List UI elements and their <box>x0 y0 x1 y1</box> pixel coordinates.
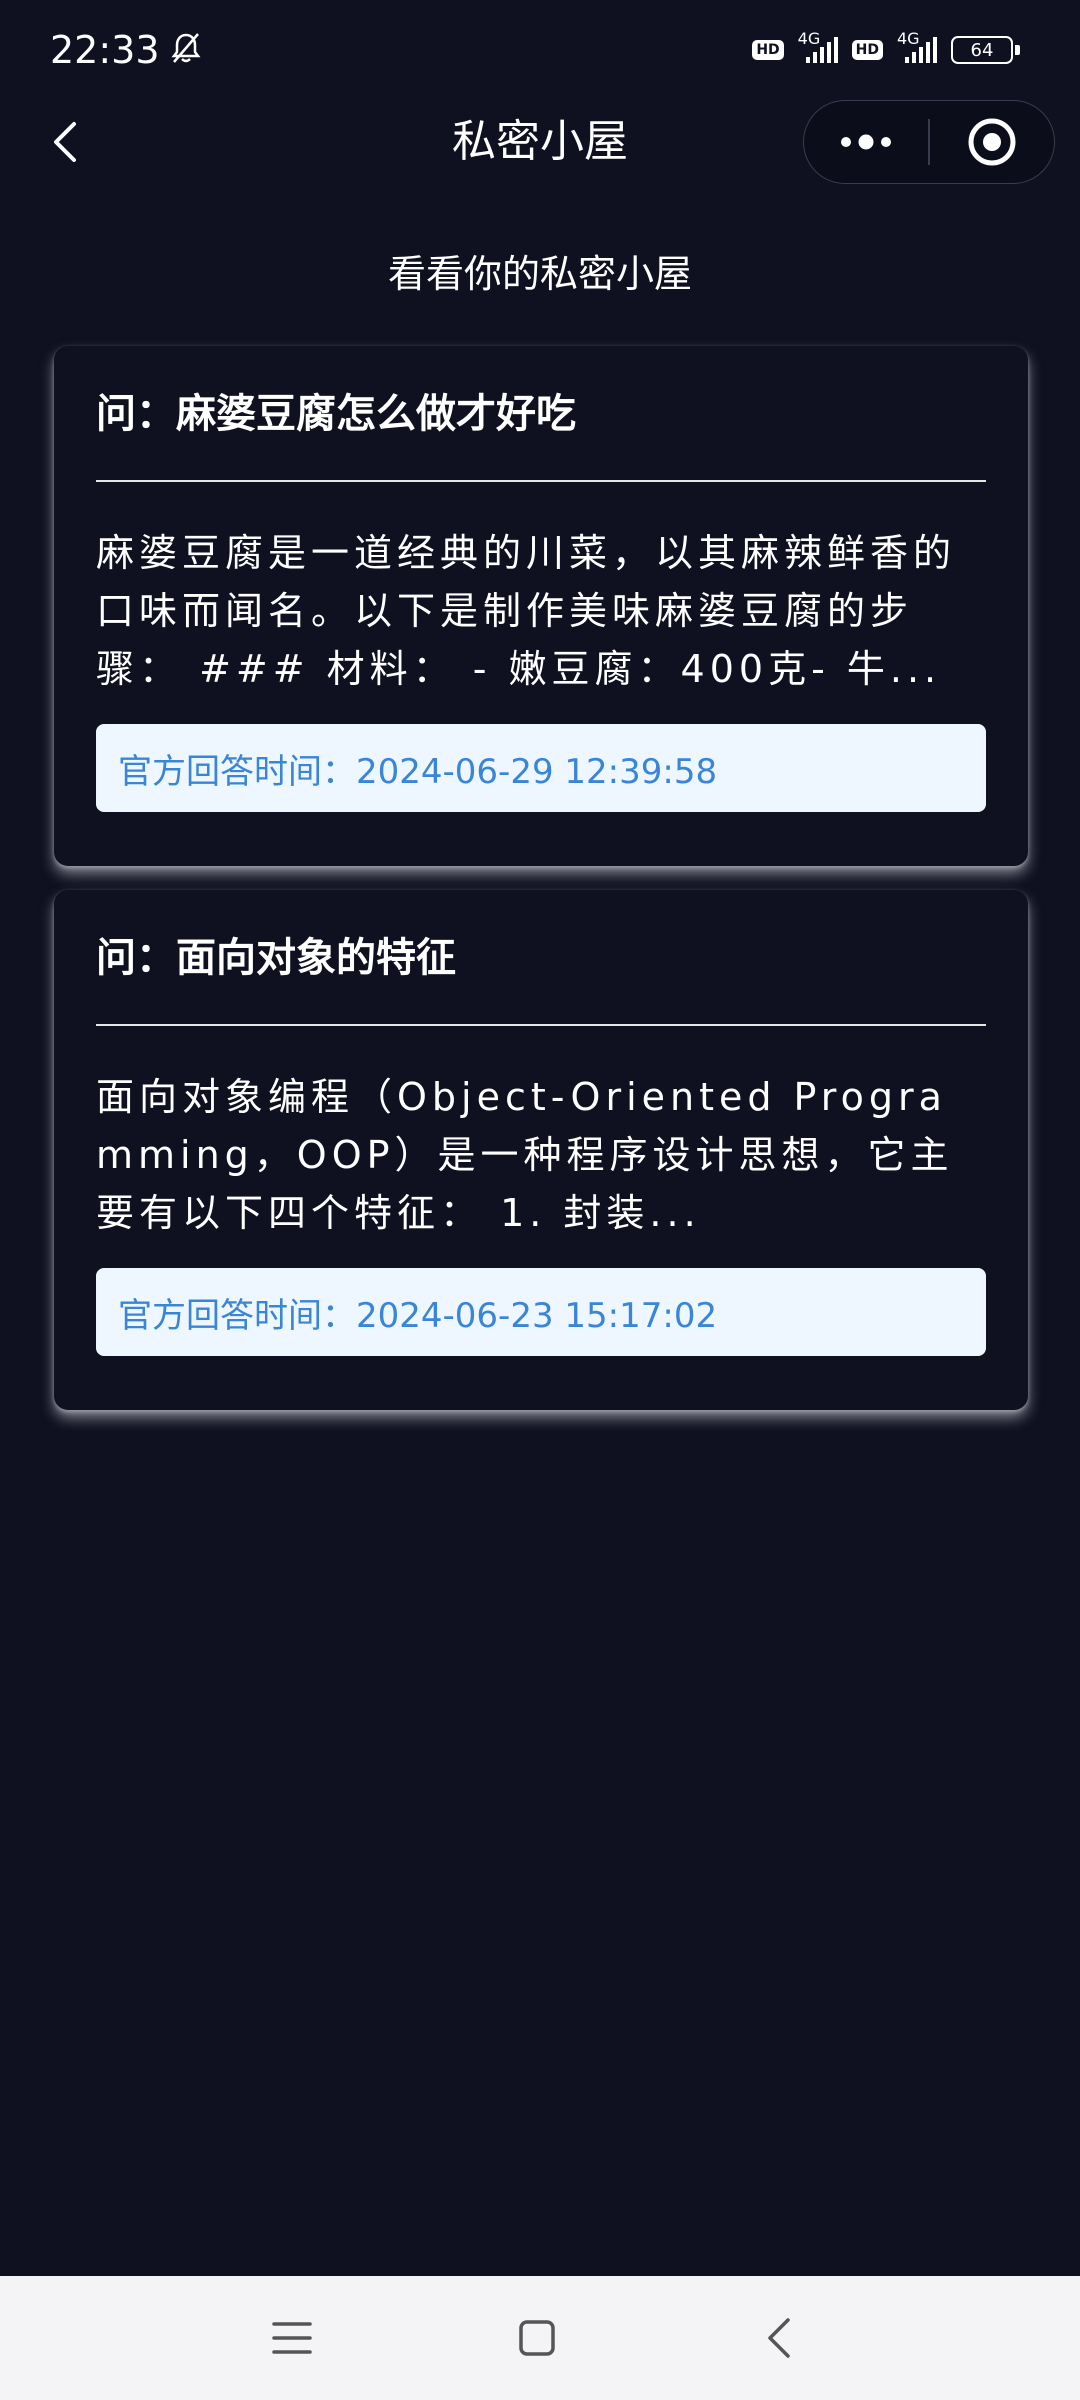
recent-apps-button[interactable] <box>260 2306 324 2370</box>
hd-badge-1: HD <box>752 40 784 60</box>
qa-card[interactable]: 问：面向对象的特征 面向对象编程（Object-Oriented Program… <box>54 890 1028 1410</box>
system-nav-bar <box>0 2276 1080 2400</box>
battery-icon: 64 <box>951 36 1020 64</box>
hd-badge-2: HD <box>851 40 883 60</box>
divider <box>96 1024 986 1026</box>
battery-level: 64 <box>951 36 1013 64</box>
more-dots-icon <box>841 134 892 150</box>
divider <box>96 480 986 482</box>
status-bar: 22:33 HD 4G HD 4G 64 <box>0 0 1080 100</box>
menu-icon <box>272 2322 312 2354</box>
answer-time-badge: 官方回答时间：2024-06-23 15:17:02 <box>96 1268 986 1356</box>
answer-time-badge: 官方回答时间：2024-06-29 12:39:58 <box>96 724 986 812</box>
network-type-1: 4G <box>797 29 821 48</box>
mini-program-capsule <box>803 100 1055 184</box>
home-button[interactable] <box>505 2306 569 2370</box>
status-right: HD 4G HD 4G 64 <box>752 29 1020 64</box>
system-back-icon <box>768 2318 790 2358</box>
network-type-2: 4G <box>897 29 920 48</box>
system-back-button[interactable] <box>748 2306 812 2370</box>
target-close-icon <box>968 118 1016 166</box>
home-square-icon <box>519 2320 555 2356</box>
signal-1: 4G <box>798 29 838 63</box>
nav-bar: 私密小屋 <box>0 100 1080 184</box>
answer-preview: 麻婆豆腐是一道经典的川菜，以其麻辣鲜香的口味而闻名。以下是制作美味麻婆豆腐的步骤… <box>96 531 957 691</box>
close-button[interactable] <box>930 101 1054 183</box>
bell-off-icon <box>168 30 204 70</box>
status-left: 22:33 <box>50 28 204 72</box>
question-text: 问：面向对象的特征 <box>96 935 456 981</box>
more-button[interactable] <box>804 101 928 183</box>
battery-tip <box>1015 45 1020 55</box>
status-time: 22:33 <box>50 28 160 72</box>
question-text: 问：麻婆豆腐怎么做才好吃 <box>96 391 576 437</box>
answer-preview: 面向对象编程（Object-Oriented Programming，OOP）是… <box>96 1075 954 1235</box>
signal-2: 4G <box>897 29 937 63</box>
page-subtitle: 看看你的私密小屋 <box>387 252 692 296</box>
qa-card[interactable]: 问：麻婆豆腐怎么做才好吃 麻婆豆腐是一道经典的川菜，以其麻辣鲜香的口味而闻名。以… <box>54 346 1028 866</box>
